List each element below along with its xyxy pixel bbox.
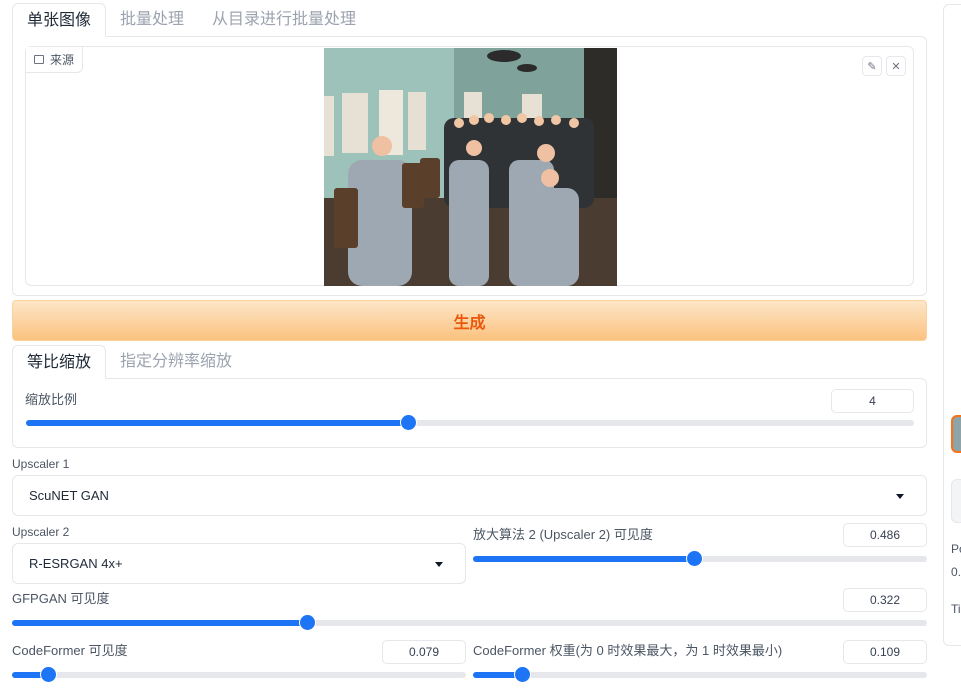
codeformer-weight-label: CodeFormer 权重(为 0 时效果最大，为 1 时效果最小) xyxy=(473,643,783,658)
upscaler2-select[interactable]: R-ESRGAN 4x+ xyxy=(12,543,466,584)
source-label: 来源 xyxy=(26,47,84,73)
source-label-text: 来源 xyxy=(50,53,75,67)
scale-panel: 缩放比例 4 xyxy=(12,378,927,448)
image-panel: 来源 ✎ ✕ xyxy=(12,36,927,296)
codeformer-visibility-label: CodeFormer 可见度 xyxy=(12,643,128,658)
codeformer-visibility-slider[interactable] xyxy=(12,667,466,683)
tab-single-image[interactable]: 单张图像 xyxy=(12,3,107,37)
source-photo xyxy=(324,48,617,286)
output-text-1: Po xyxy=(951,542,961,556)
output-text-2: 0. xyxy=(951,565,961,579)
slider-fill xyxy=(26,420,408,426)
slider-track xyxy=(473,672,927,678)
chevron-down-icon xyxy=(435,561,443,567)
upscaler1-value: ScuNET GAN xyxy=(29,488,109,503)
output-thumbnail[interactable] xyxy=(951,415,961,453)
tab-scale-to[interactable]: 指定分辨率缩放 xyxy=(106,345,246,379)
codeformer-visibility-input[interactable]: 0.079 xyxy=(382,640,466,664)
upscaler2-visibility-slider[interactable] xyxy=(473,551,927,567)
upscaler1-label: Upscaler 1 xyxy=(12,457,70,471)
output-button[interactable] xyxy=(951,479,961,523)
slider-thumb[interactable] xyxy=(400,415,416,430)
slider-track xyxy=(12,672,466,678)
photo-drawing xyxy=(324,48,617,286)
upscaler2-label: Upscaler 2 xyxy=(12,525,70,539)
gfpgan-label: GFPGAN 可见度 xyxy=(12,591,110,606)
generate-button[interactable]: 生成 xyxy=(12,300,927,341)
scale-input[interactable]: 4 xyxy=(831,389,914,413)
slider-thumb[interactable] xyxy=(299,615,315,630)
slider-fill xyxy=(12,620,307,626)
codeformer-weight-input[interactable]: 0.109 xyxy=(843,640,927,664)
mode-tabs: 单张图像 批量处理 从目录进行批量处理 xyxy=(12,3,370,37)
gfpgan-slider[interactable] xyxy=(12,615,927,631)
codeformer-weight-slider[interactable] xyxy=(473,667,927,683)
output-text-3: Ti xyxy=(951,602,961,616)
gfpgan-input[interactable]: 0.322 xyxy=(843,588,927,612)
slider-fill xyxy=(473,556,694,562)
upscaler2-value: R-ESRGAN 4x+ xyxy=(29,556,123,571)
tab-scale-by[interactable]: 等比缩放 xyxy=(12,345,107,379)
upscaler2-visibility-label: 放大算法 2 (Upscaler 2) 可见度 xyxy=(473,527,653,542)
scale-label: 缩放比例 xyxy=(25,392,78,407)
scale-slider[interactable] xyxy=(26,415,914,431)
close-icon[interactable]: ✕ xyxy=(886,56,906,76)
slider-thumb[interactable] xyxy=(40,667,56,682)
slider-thumb[interactable] xyxy=(686,551,702,566)
resize-tabs: 等比缩放 指定分辨率缩放 xyxy=(12,345,246,379)
upscaler1-select[interactable]: ScuNET GAN xyxy=(12,475,927,516)
image-dropzone[interactable]: 来源 ✎ ✕ xyxy=(25,46,914,286)
upscaler2-visibility-input[interactable]: 0.486 xyxy=(843,523,927,547)
image-icon xyxy=(34,55,44,64)
slider-thumb[interactable] xyxy=(515,667,531,682)
chevron-down-icon xyxy=(896,493,904,499)
tab-batch-from-directory[interactable]: 从目录进行批量处理 xyxy=(198,3,370,37)
output-panel: Po 0. Ti xyxy=(943,4,961,646)
pencil-icon[interactable]: ✎ xyxy=(862,56,882,76)
tab-batch[interactable]: 批量处理 xyxy=(106,3,198,37)
